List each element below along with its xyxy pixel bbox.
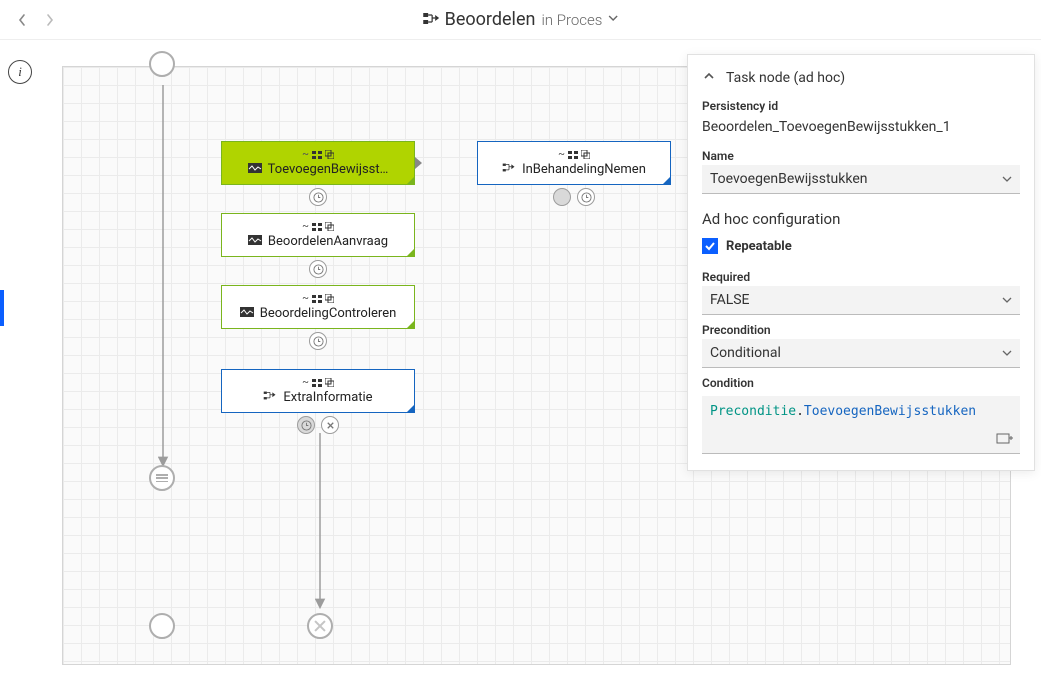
- info-button[interactable]: i: [8, 60, 32, 84]
- required-select-value: FALSE: [710, 292, 750, 308]
- node-label: InBehandelingNemen: [522, 162, 646, 177]
- node-beoordeling-controleren[interactable]: ~ BeoordelingControleren: [221, 285, 415, 329]
- condition-editor[interactable]: Preconditie.ToevoegenBewijsstukken: [702, 396, 1020, 454]
- node-badges: ~: [558, 150, 590, 160]
- breadcrumb[interactable]: Beoordelen in Proces: [423, 9, 619, 30]
- name-select-value: ToevoegenBewijsstukken: [710, 171, 867, 187]
- name-select[interactable]: ToevoegenBewijsstukken: [702, 165, 1020, 194]
- activity-icon: [248, 234, 262, 249]
- process-icon: [423, 11, 439, 29]
- required-select[interactable]: FALSE: [702, 286, 1020, 315]
- rail-active-indicator: [0, 290, 4, 326]
- node-label: BeoordelingControleren: [260, 306, 397, 321]
- precondition-select-value: Conditional: [710, 345, 781, 361]
- port-timer[interactable]: [297, 416, 315, 434]
- selection-handle[interactable]: [415, 157, 422, 169]
- activity-icon: [248, 162, 262, 177]
- chevron-down-icon: [608, 12, 618, 27]
- node-extra-informatie[interactable]: ~ ExtraInformatie: [221, 369, 415, 413]
- node-in-behandeling-nemen[interactable]: ~ InBehandelingNemen: [477, 141, 671, 185]
- subprocess-icon: [502, 162, 516, 177]
- node-badges: ~: [302, 222, 334, 232]
- condition-label: Condition: [702, 376, 1020, 390]
- header-bar: Beoordelen in Proces: [0, 0, 1041, 40]
- condition-part-b: ToevoegenBewijsstukken: [804, 404, 976, 419]
- port-cancel[interactable]: [321, 416, 339, 434]
- end-node-cancel[interactable]: [307, 613, 333, 639]
- chevron-down-icon: [1002, 295, 1012, 305]
- precondition-label: Precondition: [702, 323, 1020, 337]
- required-label: Required: [702, 270, 1020, 284]
- condition-part-a: Preconditie: [710, 404, 796, 419]
- repeatable-checkbox[interactable]: [702, 238, 718, 254]
- port-filled[interactable]: [553, 188, 571, 206]
- breadcrumb-context: in Proces: [541, 11, 602, 29]
- properties-panel: Task node (ad hoc) Persistency id Beoord…: [687, 54, 1035, 471]
- breadcrumb-title: Beoordelen: [445, 9, 536, 30]
- subprocess-icon: [263, 390, 277, 405]
- node-badges: ~: [302, 378, 334, 388]
- node-label: ToevoegenBewijsst…: [268, 162, 389, 177]
- node-label: BeoordelenAanvraag: [268, 234, 388, 249]
- node-beoordelen-aanvraag[interactable]: ~ BeoordelenAanvraag: [221, 213, 415, 257]
- precondition-select[interactable]: Conditional: [702, 339, 1020, 368]
- nav-forward-button[interactable]: [36, 6, 64, 34]
- activity-icon: [240, 306, 254, 321]
- port-timer[interactable]: [309, 188, 327, 206]
- start-node-top[interactable]: [149, 51, 175, 77]
- port-timer[interactable]: [309, 332, 327, 350]
- intermediate-node[interactable]: [149, 465, 175, 491]
- nav-back-button[interactable]: [8, 6, 36, 34]
- chevron-down-icon: [1002, 348, 1012, 358]
- node-toevoegen-bewijsstukken[interactable]: ~ ToevoegenBewijsst…: [221, 141, 415, 185]
- collapse-button[interactable]: [702, 69, 716, 87]
- port-timer[interactable]: [577, 188, 595, 206]
- node-badges: ~: [302, 294, 334, 304]
- end-node[interactable]: [149, 613, 175, 639]
- port-timer[interactable]: [309, 260, 327, 278]
- node-badges: ~: [302, 150, 334, 160]
- chevron-down-icon: [1002, 174, 1012, 184]
- panel-title: Task node (ad hoc): [726, 70, 845, 86]
- node-label: ExtraInformatie: [283, 390, 372, 405]
- expand-editor-button[interactable]: [996, 431, 1014, 449]
- persistency-id-label: Persistency id: [702, 99, 1020, 113]
- adhoc-section-title: Ad hoc configuration: [688, 196, 1034, 234]
- persistency-id-value: Beoordelen_ToevoegenBewijsstukken_1: [702, 115, 1020, 141]
- left-rail: i: [0, 40, 40, 679]
- name-label: Name: [702, 149, 1020, 163]
- repeatable-label: Repeatable: [726, 239, 792, 254]
